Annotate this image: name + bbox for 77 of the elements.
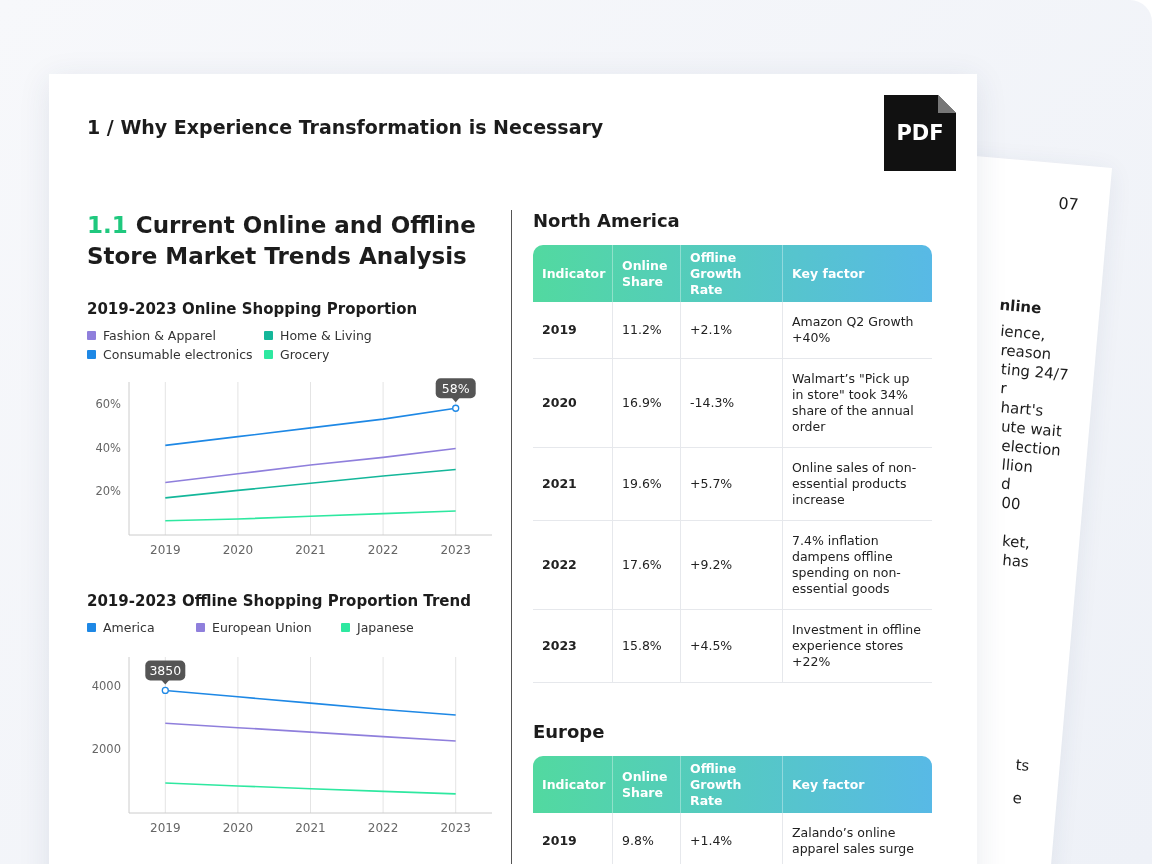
page-text: d [1000,474,1013,496]
legend-label: America [103,620,155,635]
axis-tick-label: 2019 [150,543,181,557]
pdf-file-icon: PDF [884,95,956,171]
axis-tick-label: 2022 [367,543,399,557]
page-text: has [1001,551,1031,574]
legend-label: Japanese [357,620,414,635]
table-cell: +9.2% [680,521,782,610]
column-header: Key factor [782,245,932,302]
chart-title: 2019-2023 Online Shopping Proportion [87,300,419,318]
section-heading: 1.1 Current Online and Offline Store Market Trends Analysis [87,211,477,271]
page-text: r [999,379,1008,400]
column-header: Online Share [612,245,680,302]
axis-tick-label: 2023 [440,543,471,557]
page-text: ket, [1001,531,1032,554]
region-heading: Europe [533,721,606,742]
table-cell: 19.6% [612,448,680,521]
table-cell: 2022 [533,521,612,610]
table-cell: +4.5% [680,610,782,683]
table-cell: Amazon Q2 Growth +40% [782,302,932,359]
axis-tick-label: 2000 [91,742,121,757]
table-cell: 9.8% [612,813,680,864]
axis-tick-label: 2021 [295,821,326,833]
axis-tick-label: 2020 [222,821,254,833]
annotation: 3850 [149,662,182,678]
page-text: 00 [1000,493,1023,516]
page-number: 07 [1057,193,1080,215]
table-cell: 7.4% inflation dampens offline spending on non-essential goods [782,521,932,610]
region-heading: North America [533,210,681,231]
axis-tick-label: 20% [95,484,121,499]
axis-tick-label: 60% [95,396,121,411]
page-text: llion [1000,455,1034,477]
value-tooltip: 3850 [145,660,186,685]
column-header: Offline Growth Rate [680,245,782,302]
table-cell: 11.2% [612,302,680,359]
table-cell: Investment in offline experience stores +22% [782,610,932,683]
axis-tick-label: 2020 [222,543,254,557]
table-cell: 2019 [533,302,612,359]
column-header: Offline Growth Rate [680,756,782,813]
table-cell: +2.1% [680,302,782,359]
annotation: 58% [441,380,470,396]
column-header: Online Share [612,756,680,813]
page-text: e [1011,788,1024,809]
legend-label: Grocery [280,347,330,362]
page-text: nline [998,295,1044,320]
table-cell: 2020 [533,359,612,448]
table-cell: +1.4% [680,813,782,864]
legend-label: Fashion & Apparel [103,328,216,343]
table-cell: -14.3% [680,359,782,448]
legend-label: European Union [212,620,312,635]
axis-tick-label: 40% [95,440,121,455]
page-text: ts [1014,755,1031,777]
column-header: Indicator [533,756,612,813]
column-header: Key factor [782,756,932,813]
table-cell: 2021 [533,448,612,521]
document-title: 1 / Why Experience Transformation is Necessary [87,116,604,138]
column-header: Indicator [533,245,612,302]
chart-title: 2019-2023 Offline Shopping Proportion Trend [87,592,472,610]
table-cell: Walmart’s "Pick up in store" took 34% share of the annual order [782,359,932,448]
axis-tick-label: 2019 [150,821,181,833]
axis-tick-label: 4000 [91,678,121,693]
data-point-marker [161,686,169,695]
legend-label: Home & Living [280,328,372,343]
table-cell: 2019 [533,813,612,864]
table-cell: Zalando’s online apparel sales surge [782,813,932,864]
value-tooltip: 58% [435,378,476,403]
table-cell: 16.9% [612,359,680,448]
axis-tick-label: 2021 [295,543,326,557]
table-cell: +5.7% [680,448,782,521]
legend-label: Consumable electronics [103,347,253,362]
axis-tick-label: 2022 [367,821,399,833]
table-cell: 17.6% [612,521,680,610]
axis-tick-label: 2023 [440,821,471,833]
data-point-marker [452,404,460,412]
table-cell: 2023 [533,610,612,683]
table-cell: Online sales of non-essential products increase [782,448,932,521]
table-cell: 15.8% [612,610,680,683]
